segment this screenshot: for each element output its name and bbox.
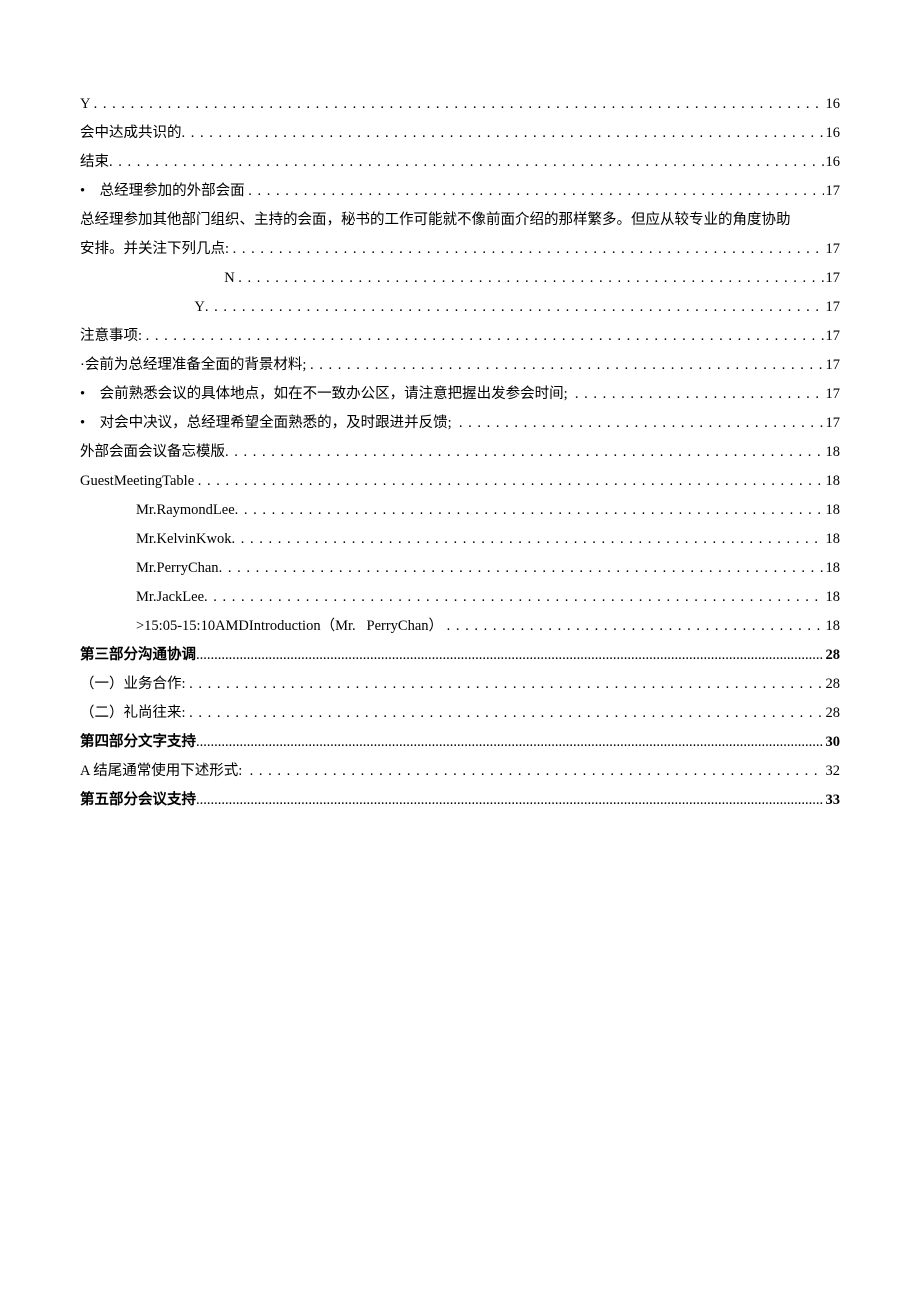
toc-page-number: 16 [824, 148, 841, 177]
toc-label: 注意事项: [80, 322, 146, 351]
toc-entry: ·会前为总经理准备全面的背景材料; 17 [80, 351, 840, 380]
toc-label: • 总经理参加的外部会面 [80, 177, 248, 206]
toc-entry: Mr.RaymondLee 18 [80, 496, 840, 525]
toc-label: A 结尾通常使用下述形式: [80, 757, 250, 786]
toc-page-number: 17 [824, 293, 841, 322]
toc-label: 第四部分文字支持 [80, 728, 196, 757]
toc-page-number: 18 [824, 612, 841, 641]
toc-entry: 第三部分沟通协调 28 [80, 641, 840, 670]
toc-label: • 对会中决议，总经理希望全面熟悉的，及时跟进并反馈; [80, 409, 459, 438]
toc-line: 安排。并关注下列几点: 17 [80, 235, 840, 264]
toc-label: • 会前熟悉会议的具体地点，如在不一致办公区，请注意把握出发参会时间; [80, 380, 575, 409]
toc-leader-dots [235, 496, 824, 525]
toc-leader-dots [575, 380, 824, 409]
toc-leader-dots [447, 612, 824, 641]
toc-leader-dots [182, 119, 824, 148]
toc-leader-dots [94, 90, 824, 119]
toc-entry: >15:05-15:10AMDIntroduction（Mr. PerryCha… [80, 612, 840, 641]
toc-label: 第五部分会议支持 [80, 786, 196, 815]
toc-entry: • 会前熟悉会议的具体地点，如在不一致办公区，请注意把握出发参会时间; 17 [80, 380, 840, 409]
toc-leader-dots [189, 670, 823, 699]
toc-label: （一）业务合作: [80, 670, 189, 699]
toc-leader-dots [250, 757, 824, 786]
toc-leader-dots [231, 525, 823, 554]
toc-leader-dots [196, 641, 824, 670]
toc-label: N [224, 264, 238, 293]
toc-entry: 第四部分文字支持 30 [80, 728, 840, 757]
toc-page-number: 16 [824, 119, 841, 148]
toc-leader-dots [204, 583, 823, 612]
toc-entry: 第五部分会议支持 33 [80, 786, 840, 815]
toc-leader-dots [205, 293, 824, 322]
toc-entry: A 结尾通常使用下述形式: 32 [80, 757, 840, 786]
toc-leader-dots [233, 235, 824, 264]
toc-page-number: 28 [824, 699, 841, 728]
toc-leader-dots [219, 554, 824, 583]
toc-page-number: 32 [824, 757, 841, 786]
toc-leader-dots [238, 264, 823, 293]
toc-label: ·会前为总经理准备全面的背景材料; [80, 351, 310, 380]
toc-entry: 会中达成共识的 16 [80, 119, 840, 148]
toc-label: Mr.PerryChan [136, 554, 219, 583]
toc-page-number: 17 [824, 380, 841, 409]
toc-page-number: 18 [824, 525, 841, 554]
toc-leader-dots [198, 467, 824, 496]
toc-label: Mr.JackLee [136, 583, 204, 612]
toc-leader-dots [248, 177, 823, 206]
toc-leader-dots [189, 699, 823, 728]
toc-page-number: 28 [824, 641, 841, 670]
toc-page-number: 17 [824, 351, 841, 380]
toc-label: 第三部分沟通协调 [80, 641, 196, 670]
toc-entry: • 对会中决议，总经理希望全面熟悉的，及时跟进并反馈; 17 [80, 409, 840, 438]
toc-entry: GuestMeetingTable 18 [80, 467, 840, 496]
toc-leader-dots [459, 409, 824, 438]
toc-label: 外部会面会议备忘模版 [80, 438, 225, 467]
toc-label: Y [194, 293, 204, 322]
toc-leader-dots [225, 438, 824, 467]
toc-page-number: 18 [824, 496, 841, 525]
toc-entry: Mr.PerryChan 18 [80, 554, 840, 583]
toc-entry: （二）礼尚往来: 28 [80, 699, 840, 728]
toc-label: Y [80, 90, 94, 119]
toc-page-number: 18 [824, 467, 841, 496]
toc-page-number: 16 [824, 90, 841, 119]
toc-entry: Mr.KelvinKwok 18 [80, 525, 840, 554]
toc-label: （二）礼尚往来: [80, 699, 189, 728]
toc-page-number: 17 [824, 264, 841, 293]
toc-page-number: 18 [824, 583, 841, 612]
toc-container: Y 16会中达成共识的 16结束 16• 总经理参加的外部会面 17总经理参加其… [80, 90, 840, 815]
toc-entry: 结束 16 [80, 148, 840, 177]
toc-page-number: 17 [824, 235, 841, 264]
toc-label: 结束 [80, 148, 109, 177]
toc-label: Mr.KelvinKwok [136, 525, 231, 554]
toc-entry: Y 17 [80, 293, 840, 322]
toc-leader-dots [146, 322, 824, 351]
toc-page-number: 18 [824, 438, 841, 467]
toc-multiline: 总经理参加其他部门组织、主持的会面，秘书的工作可能就不像前面介绍的那样繁多。但应… [80, 206, 840, 264]
toc-leader-dots [196, 728, 824, 757]
toc-entry: Mr.JackLee 18 [80, 583, 840, 612]
toc-entry: 注意事项: 17 [80, 322, 840, 351]
toc-label: 会中达成共识的 [80, 119, 182, 148]
toc-page-number: 17 [824, 322, 841, 351]
toc-label: >15:05-15:10AMDIntroduction（Mr. PerryCha… [136, 612, 447, 641]
toc-entry: N 17 [80, 264, 840, 293]
toc-entry: 外部会面会议备忘模版 18 [80, 438, 840, 467]
toc-line: 总经理参加其他部门组织、主持的会面，秘书的工作可能就不像前面介绍的那样繁多。但应… [80, 206, 840, 235]
toc-page-number: 18 [824, 554, 841, 583]
toc-leader-dots [310, 351, 824, 380]
toc-page-number: 17 [824, 409, 841, 438]
toc-label: 安排。并关注下列几点: [80, 235, 233, 264]
toc-leader-dots [196, 786, 824, 815]
toc-leader-dots [109, 148, 824, 177]
toc-page-number: 17 [824, 177, 841, 206]
toc-entry: • 总经理参加的外部会面 17 [80, 177, 840, 206]
toc-label: GuestMeetingTable [80, 467, 198, 496]
toc-entry: （一）业务合作: 28 [80, 670, 840, 699]
toc-page-number: 28 [824, 670, 841, 699]
toc-page-number: 30 [824, 728, 841, 757]
toc-entry: Y 16 [80, 90, 840, 119]
toc-label: Mr.RaymondLee [136, 496, 235, 525]
toc-page-number: 33 [824, 786, 841, 815]
